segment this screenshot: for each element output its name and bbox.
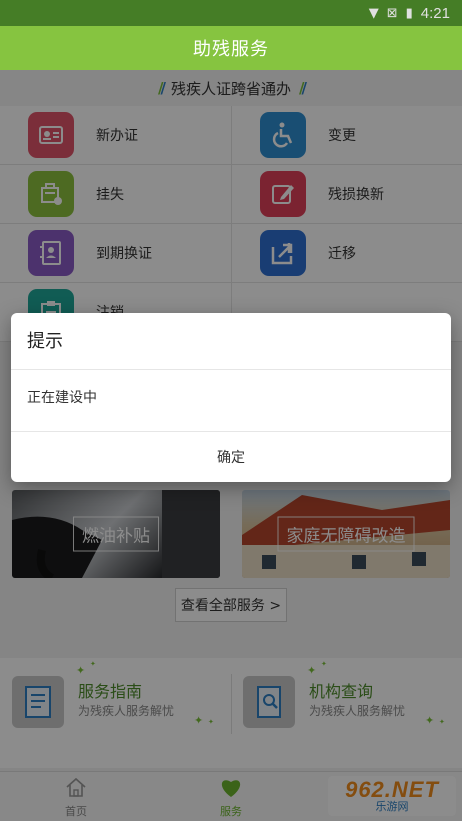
dialog-message: 正在建设中 <box>27 390 97 406</box>
app-header: 助残服务 <box>0 26 462 70</box>
dialog-confirm-button[interactable]: 确定 <box>11 432 451 482</box>
alert-dialog: 提示 正在建设中 确定 <box>11 313 451 482</box>
confirm-label: 确定 <box>217 450 245 466</box>
page-title: 助残服务 <box>193 39 269 60</box>
dialog-title: 提示 <box>27 331 63 352</box>
divider <box>11 369 451 370</box>
status-bar-dim <box>0 0 462 26</box>
